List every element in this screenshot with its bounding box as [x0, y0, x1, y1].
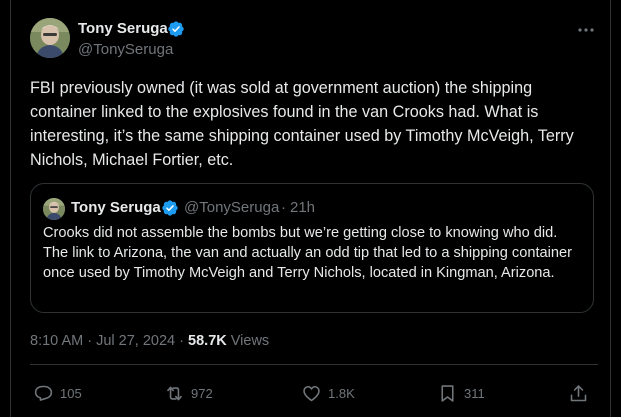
avatar-photo	[30, 18, 70, 58]
more-dots	[578, 28, 594, 32]
more-icon[interactable]	[576, 20, 596, 40]
tweet-time[interactable]: 8:10 AM	[30, 333, 83, 349]
like-count: 1.8K	[328, 385, 355, 401]
bookmark-count: 311	[464, 385, 485, 401]
author-name[interactable]: Tony Seruga	[78, 20, 168, 37]
views-count[interactable]: 58.7K	[188, 333, 227, 349]
quoted-verified-badge-icon	[162, 200, 178, 216]
heart-icon	[303, 385, 320, 401]
bookmark-icon	[441, 384, 454, 402]
share-button[interactable]	[568, 382, 589, 404]
verified-badge-icon	[168, 21, 184, 37]
repost-icon	[167, 386, 182, 400]
action-divider	[30, 364, 598, 365]
quoted-separator: ·	[281, 199, 286, 216]
quoted-tweet-text: Crooks did not assemble the bombs but we…	[43, 225, 572, 281]
reply-button[interactable]: 105	[33, 382, 82, 404]
views-label: Views	[230, 333, 270, 349]
author-avatar[interactable]	[30, 18, 70, 58]
share-icon	[570, 384, 587, 401]
meta-separator-2: ·	[179, 333, 184, 349]
repost-count: 972	[191, 385, 213, 401]
meta-separator-1: ·	[87, 333, 93, 349]
reply-icon	[34, 385, 53, 401]
tweet-date[interactable]: Jul 27, 2024	[96, 333, 175, 349]
frame-right-border	[610, 0, 611, 417]
quoted-avatar-photo	[43, 198, 65, 220]
frame-left-border	[10, 0, 11, 417]
like-button[interactable]: 1.8K	[301, 382, 355, 404]
quoted-author-avatar	[43, 198, 65, 220]
bookmark-button[interactable]: 311	[437, 382, 485, 404]
quoted-author-handle: @TonySeruga	[184, 199, 280, 216]
repost-button[interactable]: 972	[164, 382, 213, 404]
quoted-tweet-card[interactable]: Tony Seruga @TonySeruga · 21h Crooks did…	[30, 183, 594, 313]
quoted-author-name: Tony Seruga	[71, 199, 161, 216]
quoted-timestamp[interactable]: 21h	[290, 199, 315, 216]
tweet-meta: 8:10 AM · Jul 27, 2024 · 58.7K Views	[30, 333, 269, 349]
tweet-text: FBI previously owned (it was sold at gov…	[30, 79, 574, 169]
author-handle[interactable]: @TonySeruga	[78, 41, 173, 58]
reply-count: 105	[60, 385, 82, 401]
